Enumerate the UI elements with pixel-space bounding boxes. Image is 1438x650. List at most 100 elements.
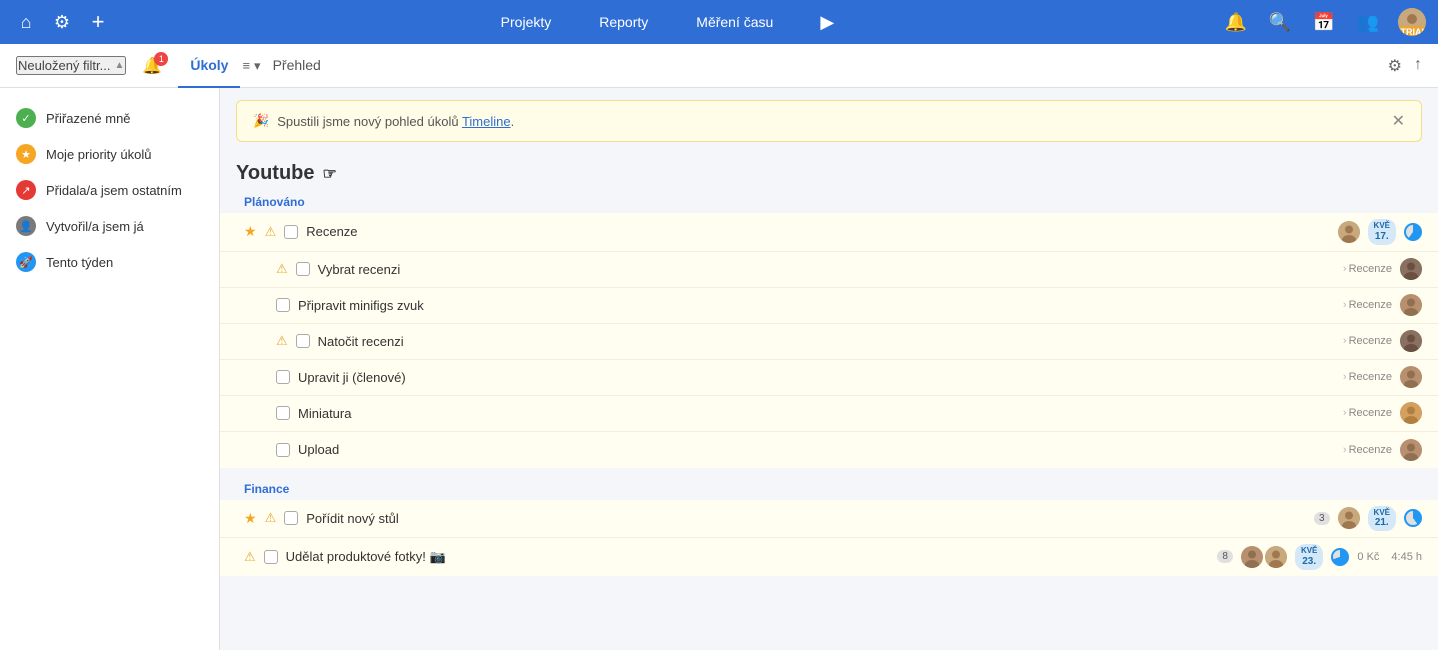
main-layout: ✓ Přiřazené mně ★ Moje priority úkolů ↗ … [0, 88, 1438, 650]
task-tag: › Recenze [1343, 335, 1392, 347]
play-icon[interactable]: ▶ [813, 8, 841, 36]
task-name: Upravit ji (členové) [298, 370, 1335, 385]
finance-section-label: Finance [220, 476, 1438, 500]
task-checkbox[interactable] [296, 334, 310, 348]
progress-circle [1404, 223, 1422, 241]
warning-icon: ⚠ [265, 510, 277, 526]
banner-emoji: 🎉 [253, 113, 269, 129]
sidebar-item-assigned[interactable]: ✓ Přiřazené mně [0, 100, 219, 136]
table-row: Miniatura › Recenze [220, 396, 1438, 432]
banner-close-icon[interactable]: ✕ [1392, 111, 1405, 131]
notification-banner: 🎉 Spustili jsme nový pohled úkolů Timeli… [236, 100, 1422, 142]
table-row: Připravit minifigs zvuk › Recenze [220, 288, 1438, 324]
tab-group: Úkoly ≡ ▾ Přehled [178, 44, 333, 88]
filter-button[interactable]: Neuložený filtr... ▲ [16, 56, 126, 75]
tab-options[interactable]: ≡ ▾ [242, 58, 260, 74]
table-row: Upload › Recenze [220, 432, 1438, 468]
task-name: Pořídit nový stůl [306, 511, 1306, 526]
task-checkbox[interactable] [276, 370, 290, 384]
table-row: ★ ⚠ Pořídit nový stůl 3 kvě 21. [220, 500, 1438, 539]
settings-icon[interactable]: ⚙ [48, 8, 76, 36]
task-tag: › Recenze [1343, 263, 1392, 275]
topnav-left: ⌂ ⚙ + [12, 8, 112, 36]
count-badge: 8 [1217, 550, 1233, 563]
warning-icon: ⚠ [244, 549, 256, 565]
star-icon[interactable]: ★ [244, 223, 257, 240]
sidebar-label-week: Tento týden [46, 255, 113, 270]
task-tag: › Recenze [1343, 407, 1392, 419]
timeline-link[interactable]: Timeline [462, 114, 511, 129]
task-tag: › Recenze [1343, 299, 1392, 311]
time-link[interactable]: Měření času [688, 10, 781, 34]
topnav-center: Projekty Reporty Měření času ▶ [120, 8, 1214, 36]
finance-project: Finance ★ ⚠ Pořídit nový stůl 3 kvě 21. [220, 476, 1438, 576]
top-navigation: ⌂ ⚙ + Projekty Reporty Měření času ▶ 🔔 🔍… [0, 0, 1438, 44]
user-avatar[interactable]: TRIAL [1398, 8, 1426, 36]
avatar [1400, 258, 1422, 280]
sidebar-item-this-week[interactable]: 🚀 Tento týden [0, 244, 219, 280]
sidebar-label-others: Přidala/a jsem ostatním [46, 183, 182, 198]
finance-task-list: ★ ⚠ Pořídit nový stůl 3 kvě 21. [220, 500, 1438, 576]
subheader-share-icon[interactable]: ↑ [1414, 56, 1422, 76]
youtube-title: Youtube ☞ [220, 154, 1438, 189]
avatar [1400, 294, 1422, 316]
sidebar-label-created: Vytvořil/a jsem já [46, 219, 144, 234]
planned-section-label: Plánováno [220, 189, 1438, 213]
topnav-right: 🔔 🔍 📅 👥 TRIAL [1222, 8, 1426, 36]
sidebar-dot-assigned: ✓ [16, 108, 36, 128]
sidebar-item-created[interactable]: 👤 Vytvořil/a jsem já [0, 208, 219, 244]
bell-icon[interactable]: 🔔 [1222, 8, 1250, 36]
add-icon[interactable]: + [84, 8, 112, 36]
task-name: Připravit minifigs zvuk [298, 298, 1335, 313]
date-badge: kvě 17. [1368, 219, 1396, 245]
subheader: Neuložený filtr... ▲ 🔔 1 Úkoly ≡ ▾ Přehl… [0, 44, 1438, 88]
meta-time: 4:45 h [1391, 551, 1422, 563]
task-tag: › Recenze [1343, 444, 1392, 456]
warning-icon: ⚠ [276, 333, 288, 349]
avatar [1400, 366, 1422, 388]
table-row: ⚠ Vybrat recenzi › Recenze [220, 252, 1438, 288]
sidebar-label-priority: Moje priority úkolů [46, 147, 152, 162]
sidebar-dot-others: ↗ [16, 180, 36, 200]
task-checkbox[interactable] [284, 511, 298, 525]
reports-link[interactable]: Reporty [591, 10, 656, 34]
avatar [1338, 507, 1360, 529]
task-checkbox[interactable] [276, 298, 290, 312]
task-meta: 0 Kč 4:45 h [1357, 551, 1422, 563]
sidebar-item-priority[interactable]: ★ Moje priority úkolů [0, 136, 219, 172]
cursor-icon: ☞ [323, 164, 337, 184]
youtube-task-list: ★ ⚠ Recenze kvě 17. ⚠ [220, 213, 1438, 468]
home-icon[interactable]: ⌂ [12, 8, 40, 36]
sidebar-dot-created: 👤 [16, 216, 36, 236]
avatar [1400, 439, 1422, 461]
subheader-right: ⚙ ↑ [1388, 56, 1422, 76]
table-row: Upravit ji (členové) › Recenze [220, 360, 1438, 396]
tasks-tab[interactable]: Úkoly [178, 44, 240, 88]
notification-button[interactable]: 🔔 1 [142, 56, 162, 76]
task-checkbox[interactable] [284, 225, 298, 239]
table-row: ⚠ Natočit recenzi › Recenze [220, 324, 1438, 360]
task-name: Natočit recenzi [318, 334, 1335, 349]
star-icon[interactable]: ★ [244, 510, 257, 527]
task-checkbox[interactable] [264, 550, 278, 564]
task-name: Upload [298, 442, 1335, 457]
progress-circle [1404, 509, 1422, 527]
task-checkbox[interactable] [296, 262, 310, 276]
task-name: Vybrat recenzi [318, 262, 1335, 277]
banner-text: Spustili jsme nový pohled úkolů Timeline… [277, 114, 514, 129]
task-checkbox[interactable] [276, 406, 290, 420]
subheader-settings-icon[interactable]: ⚙ [1388, 56, 1402, 76]
sidebar-item-assigned-others[interactable]: ↗ Přidala/a jsem ostatním [0, 172, 219, 208]
task-name: Miniatura [298, 406, 1335, 421]
task-checkbox[interactable] [276, 443, 290, 457]
projects-link[interactable]: Projekty [493, 10, 560, 34]
warning-icon: ⚠ [276, 261, 288, 277]
sidebar-label-assigned: Přiřazené mně [46, 111, 131, 126]
overview-tab[interactable]: Přehled [261, 44, 333, 88]
search-icon[interactable]: 🔍 [1266, 8, 1294, 36]
calendar-icon[interactable]: 📅 [1310, 8, 1338, 36]
avatar [1338, 221, 1360, 243]
avatar [1400, 402, 1422, 424]
people-icon[interactable]: 👥 [1354, 8, 1382, 36]
avatar-second [1265, 546, 1287, 568]
